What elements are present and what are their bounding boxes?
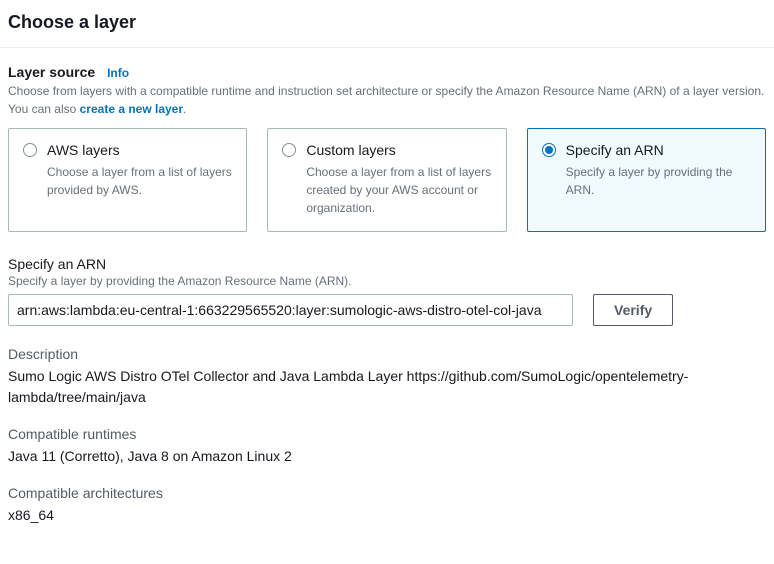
panel-header: Choose a layer [0,0,774,48]
architectures-value: x86_64 [8,505,766,526]
runtimes-value: Java 11 (Corretto), Java 8 on Amazon Lin… [8,446,766,467]
option-specify-arn[interactable]: Specify an ARN Specify a layer by provid… [527,128,766,232]
arn-field-label: Specify an ARN [8,256,766,272]
description-label: Description [8,346,766,362]
option-desc: Choose a layer from a list of layers pro… [47,163,232,199]
page-title: Choose a layer [8,12,766,33]
option-body: Specify an ARN Specify a layer by provid… [566,141,751,199]
arn-input-row: Verify [8,294,766,326]
runtimes-label: Compatible runtimes [8,426,766,442]
option-aws-layers[interactable]: AWS layers Choose a layer from a list of… [8,128,247,232]
description-section: Description Sumo Logic AWS Distro OTel C… [8,346,766,408]
description-value: Sumo Logic AWS Distro OTel Collector and… [8,366,766,408]
option-custom-layers[interactable]: Custom layers Choose a layer from a list… [267,128,506,232]
info-link[interactable]: Info [107,66,129,80]
option-body: AWS layers Choose a layer from a list of… [47,141,232,199]
arn-field-hint: Specify a layer by providing the Amazon … [8,274,766,288]
layer-source-options: AWS layers Choose a layer from a list of… [8,128,766,232]
architectures-section: Compatible architectures x86_64 [8,485,766,526]
radio-icon [542,143,556,157]
layer-source-label: Layer source [8,64,95,80]
runtimes-section: Compatible runtimes Java 11 (Corretto), … [8,426,766,467]
arn-input[interactable] [8,294,573,326]
create-layer-link[interactable]: create a new layer [80,102,183,116]
option-title: Specify an ARN [566,141,751,161]
option-desc: Specify a layer by providing the ARN. [566,163,751,199]
verify-button[interactable]: Verify [593,294,673,326]
panel-content: Layer source Info Choose from layers wit… [0,48,774,564]
layer-source-hint-suffix: . [183,102,186,116]
architectures-label: Compatible architectures [8,485,766,501]
specify-arn-section: Specify an ARN Specify a layer by provid… [8,256,766,326]
option-title: Custom layers [306,141,491,161]
radio-icon [282,143,296,157]
radio-icon [23,143,37,157]
layer-source-label-row: Layer source Info [8,64,766,80]
option-title: AWS layers [47,141,232,161]
option-desc: Choose a layer from a list of layers cre… [306,163,491,217]
option-body: Custom layers Choose a layer from a list… [306,141,491,217]
layer-source-hint: Choose from layers with a compatible run… [8,82,766,118]
